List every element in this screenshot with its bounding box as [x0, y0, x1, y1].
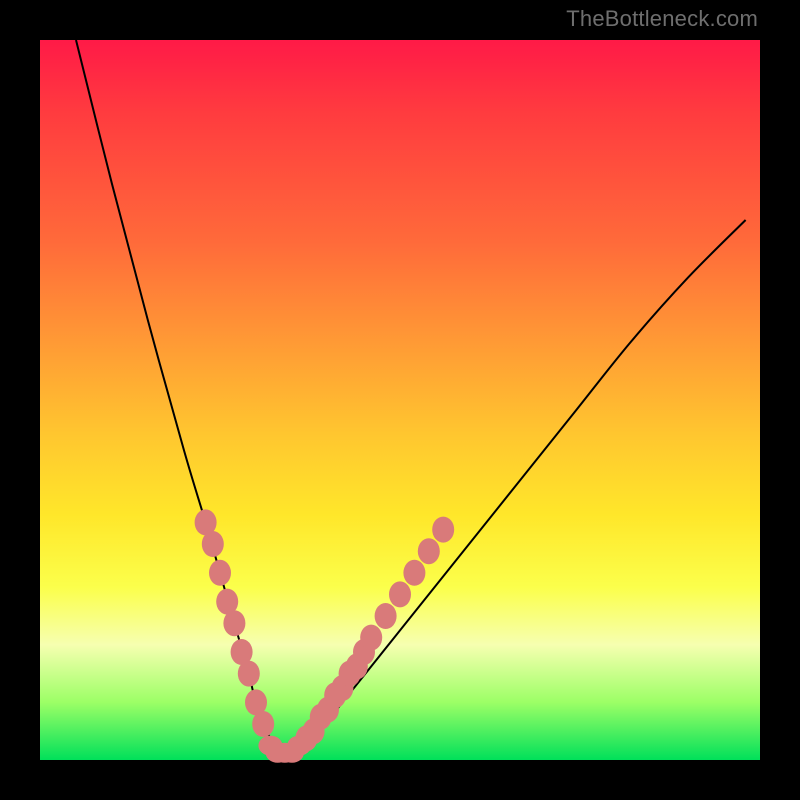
marker-point — [432, 517, 454, 543]
marker-point — [418, 538, 440, 564]
marker-point — [360, 625, 382, 651]
marker-point — [238, 661, 260, 687]
bottleneck-curve — [76, 40, 746, 755]
markers-left — [195, 509, 275, 737]
marker-point — [223, 610, 245, 636]
marker-point — [209, 560, 231, 586]
marker-point — [202, 531, 224, 557]
outer-frame: TheBottleneck.com — [0, 0, 800, 800]
watermark-text: TheBottleneck.com — [566, 6, 758, 32]
marker-point — [403, 560, 425, 586]
plot-area — [40, 40, 760, 760]
markers-right — [295, 517, 454, 752]
chart-svg — [40, 40, 760, 760]
marker-point — [252, 711, 274, 737]
marker-point — [389, 581, 411, 607]
marker-point — [375, 603, 397, 629]
